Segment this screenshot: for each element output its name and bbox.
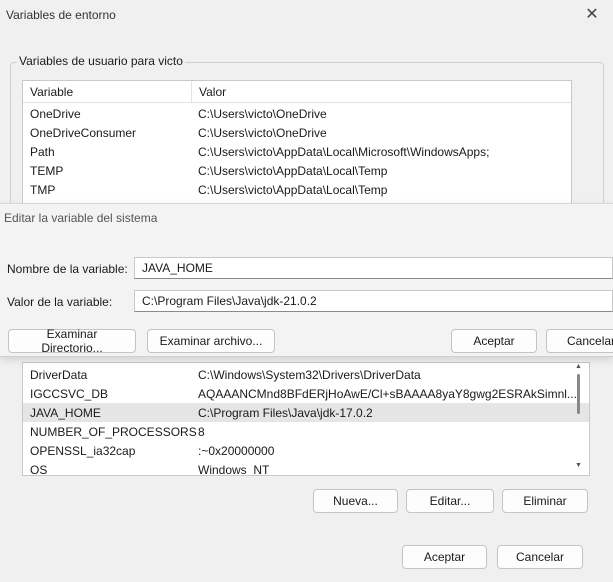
window-title: Variables de entorno — [6, 8, 116, 22]
column-separator[interactable] — [191, 81, 192, 102]
table-row[interactable]: OneDrive C:\Users\victo\OneDrive — [23, 104, 571, 123]
table-row[interactable]: OS Windows_NT — [23, 460, 589, 476]
cancel-button[interactable]: Cancelar — [497, 545, 583, 569]
table-row-selected[interactable]: JAVA_HOME C:\Program Files\Java\jdk-17.0… — [23, 403, 589, 422]
row-value: C:\Users\victo\AppData\Local\Microsoft\W… — [198, 145, 490, 159]
row-variable: NUMBER_OF_PROCESSORS — [30, 425, 197, 439]
row-value: C:\Users\victo\OneDrive — [198, 126, 327, 140]
table-row[interactable]: TMP C:\Users\victo\AppData\Local\Temp — [23, 180, 571, 199]
column-header-variable[interactable]: Variable — [30, 85, 73, 99]
row-value: Windows_NT — [198, 463, 270, 476]
row-value: 8 — [198, 425, 205, 439]
accept-button[interactable]: Aceptar — [402, 545, 487, 569]
system-variables-list[interactable]: DriverData C:\Windows\System32\Drivers\D… — [22, 362, 590, 476]
row-variable: OS — [30, 463, 48, 476]
table-row[interactable]: NUMBER_OF_PROCESSORS 8 — [23, 422, 589, 441]
browse-directory-button[interactable]: Examinar Directorio... — [8, 327, 136, 355]
row-value: C:\Users\victo\AppData\Local\Temp — [198, 164, 388, 178]
table-row[interactable]: Path C:\Users\victo\AppData\Local\Micros… — [23, 142, 571, 161]
dialog-cancel-button[interactable]: Cancelar — [546, 329, 613, 353]
list-header: Variable Valor — [23, 81, 571, 103]
table-row[interactable]: DriverData C:\Windows\System32\Drivers\D… — [23, 365, 589, 384]
row-variable: TEMP — [30, 164, 64, 178]
edit-system-variable-dialog: Editar la variable del sistema Nombre de… — [0, 203, 613, 357]
row-variable: OneDrive — [30, 107, 81, 121]
table-row[interactable]: OPENSSL_ia32cap :~0x20000000 — [23, 441, 589, 460]
scroll-down-icon[interactable]: ▼ — [575, 462, 582, 469]
system-list-scrollbar[interactable]: ▲ ▼ — [572, 362, 586, 474]
dialog-accept-button[interactable]: Aceptar — [451, 329, 537, 353]
row-value: C:\Windows\System32\Drivers\DriverData — [198, 368, 421, 382]
row-variable: IGCCSVC_DB — [30, 387, 109, 401]
dialog-title: Editar la variable del sistema — [4, 211, 158, 225]
row-value: C:\Program Files\Java\jdk-17.0.2 — [198, 406, 373, 420]
row-value: C:\Users\victo\AppData\Local\Temp — [198, 183, 388, 197]
row-variable: Path — [30, 145, 55, 159]
scroll-up-icon[interactable]: ▲ — [575, 363, 582, 370]
close-icon[interactable]: ✕ — [578, 2, 606, 26]
column-header-value[interactable]: Valor — [199, 85, 226, 99]
new-variable-button[interactable]: Nueva... — [313, 489, 398, 513]
row-value: C:\Users\victo\OneDrive — [198, 107, 327, 121]
user-variables-list[interactable]: Variable Valor OneDrive C:\Users\victo\O… — [22, 80, 572, 206]
variable-name-label: Nombre de la variable: — [7, 262, 128, 276]
row-variable: TMP — [30, 183, 56, 197]
user-variables-label: Variables de usuario para victo — [17, 54, 185, 68]
table-row[interactable]: IGCCSVC_DB AQAAANCMnd8BFdERjHoAwE/Cl+sBA… — [23, 384, 589, 403]
row-value: :~0x20000000 — [198, 444, 275, 458]
variable-name-input[interactable] — [134, 257, 613, 279]
row-variable: JAVA_HOME — [30, 406, 101, 420]
edit-variable-button[interactable]: Editar... — [406, 489, 494, 513]
variable-value-label: Valor de la variable: — [7, 295, 113, 309]
scroll-thumb[interactable] — [577, 374, 580, 414]
table-row[interactable]: OneDriveConsumer C:\Users\victo\OneDrive — [23, 123, 571, 142]
browse-file-button[interactable]: Examinar archivo... — [147, 329, 275, 353]
table-row[interactable]: TEMP C:\Users\victo\AppData\Local\Temp — [23, 161, 571, 180]
row-variable: OneDriveConsumer — [30, 126, 137, 140]
row-variable: DriverData — [30, 368, 88, 382]
delete-variable-button[interactable]: Eliminar — [502, 489, 588, 513]
variable-value-input[interactable] — [134, 290, 613, 312]
row-value: AQAAANCMnd8BFdERjHoAwE/Cl+sBAAAA8yaY8gwg… — [198, 387, 577, 401]
row-variable: OPENSSL_ia32cap — [30, 444, 136, 458]
